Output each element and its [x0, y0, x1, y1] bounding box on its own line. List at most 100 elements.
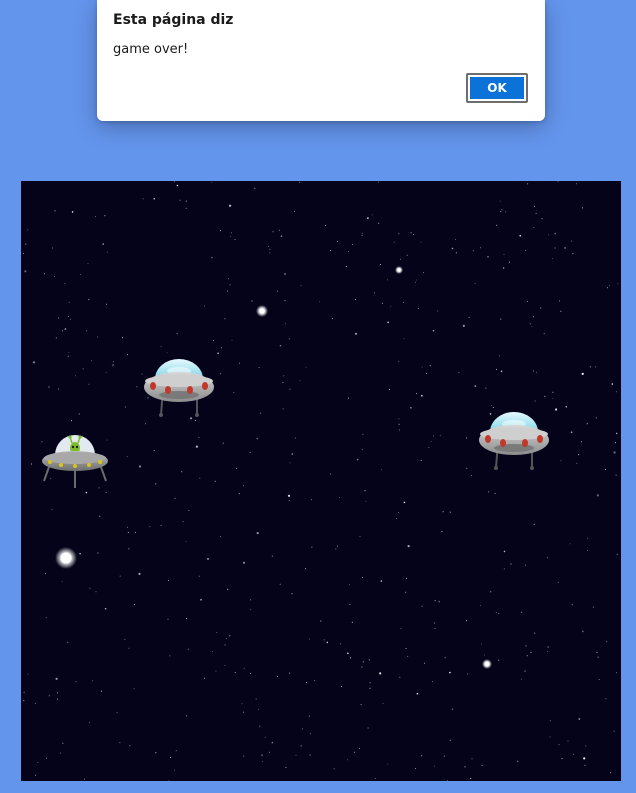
tiny-star: [576, 183, 577, 185]
tiny-star: [229, 635, 231, 636]
tiny-star: [455, 252, 457, 254]
tiny-star: [485, 387, 487, 389]
starfield: [23, 181, 619, 781]
tiny-star: [262, 761, 263, 763]
tiny-star: [587, 537, 589, 539]
tiny-star: [455, 238, 456, 240]
tiny-star: [54, 210, 56, 212]
tiny-star: [585, 745, 587, 747]
tiny-star: [124, 406, 126, 408]
tiny-star: [135, 532, 136, 534]
tiny-star: [215, 670, 217, 672]
tiny-star: [294, 210, 295, 212]
tiny-star: [589, 366, 591, 368]
ok-button[interactable]: OK: [466, 73, 528, 103]
tiny-star: [167, 618, 169, 620]
tiny-star: [451, 247, 454, 250]
tiny-star: [227, 588, 229, 590]
tiny-star: [524, 670, 526, 672]
tiny-star: [67, 316, 69, 318]
tiny-star: [347, 397, 349, 399]
tiny-star: [271, 555, 273, 557]
tiny-star: [374, 292, 376, 294]
tiny-star: [175, 750, 177, 752]
ufo-alien-icon[interactable]: [42, 435, 108, 488]
tiny-star: [333, 768, 335, 770]
tiny-star: [421, 394, 423, 397]
tiny-star: [348, 584, 350, 586]
tiny-star: [527, 301, 529, 303]
tiny-star: [495, 612, 497, 614]
tiny-star: [104, 607, 107, 610]
tiny-star: [592, 606, 594, 608]
tiny-star: [289, 672, 291, 674]
tiny-star: [613, 730, 615, 732]
tiny-star: [434, 600, 436, 602]
tiny-star: [354, 751, 356, 753]
tiny-star: [549, 736, 551, 738]
tiny-star: [285, 767, 287, 769]
tiny-star: [443, 755, 445, 757]
tiny-star: [387, 321, 389, 324]
tiny-star: [533, 370, 534, 372]
tiny-star: [349, 604, 351, 606]
tiny-star: [311, 546, 313, 548]
tiny-star: [170, 757, 172, 758]
ufo-icon: [144, 359, 214, 417]
tiny-star: [224, 318, 226, 320]
tiny-star: [400, 627, 402, 629]
tiny-star: [289, 388, 291, 390]
tiny-star: [287, 494, 291, 497]
tiny-star: [534, 205, 535, 207]
tiny-star: [269, 248, 271, 250]
tiny-star: [295, 754, 297, 756]
tiny-star: [554, 232, 556, 235]
tiny-star: [207, 558, 209, 560]
tiny-star: [596, 652, 598, 654]
tiny-star: [92, 680, 94, 682]
tiny-star: [211, 181, 213, 183]
tiny-star: [503, 568, 505, 570]
tiny-star: [530, 652, 532, 653]
tiny-star: [495, 368, 497, 370]
tiny-star: [548, 234, 550, 236]
tiny-star: [302, 728, 304, 730]
tiny-star: [449, 739, 451, 741]
tiny-star: [611, 383, 614, 385]
tiny-star: [129, 745, 131, 747]
tiny-star: [50, 478, 52, 479]
tiny-star: [541, 218, 543, 220]
tiny-star: [311, 499, 312, 501]
tiny-star: [340, 643, 342, 645]
tiny-star: [471, 474, 472, 476]
tiny-star: [308, 638, 310, 640]
tiny-star: [616, 553, 618, 555]
alert-dialog: Esta página diz game over! OK: [97, 0, 545, 121]
tiny-star: [571, 604, 573, 606]
tiny-star: [181, 471, 183, 473]
tiny-star: [95, 591, 97, 593]
tiny-star: [95, 216, 96, 218]
tiny-star: [229, 204, 232, 207]
tiny-star: [555, 408, 558, 411]
tiny-star: [258, 367, 260, 369]
tiny-star: [525, 250, 527, 251]
tiny-star: [323, 639, 325, 641]
game-canvas[interactable]: [21, 181, 621, 781]
tiny-star: [239, 362, 241, 364]
tiny-star: [516, 760, 519, 763]
tiny-star: [503, 550, 506, 553]
tiny-star: [216, 631, 218, 633]
tiny-star: [470, 777, 472, 779]
tiny-star: [527, 183, 529, 185]
tiny-star: [398, 233, 400, 235]
tiny-star: [362, 433, 364, 435]
tiny-star: [510, 563, 512, 565]
tiny-star: [288, 338, 290, 340]
tiny-star: [234, 672, 236, 673]
tiny-star: [85, 491, 88, 494]
tiny-star: [499, 200, 501, 202]
tiny-star: [278, 229, 280, 231]
tiny-star: [32, 361, 36, 364]
tiny-star: [138, 465, 142, 468]
